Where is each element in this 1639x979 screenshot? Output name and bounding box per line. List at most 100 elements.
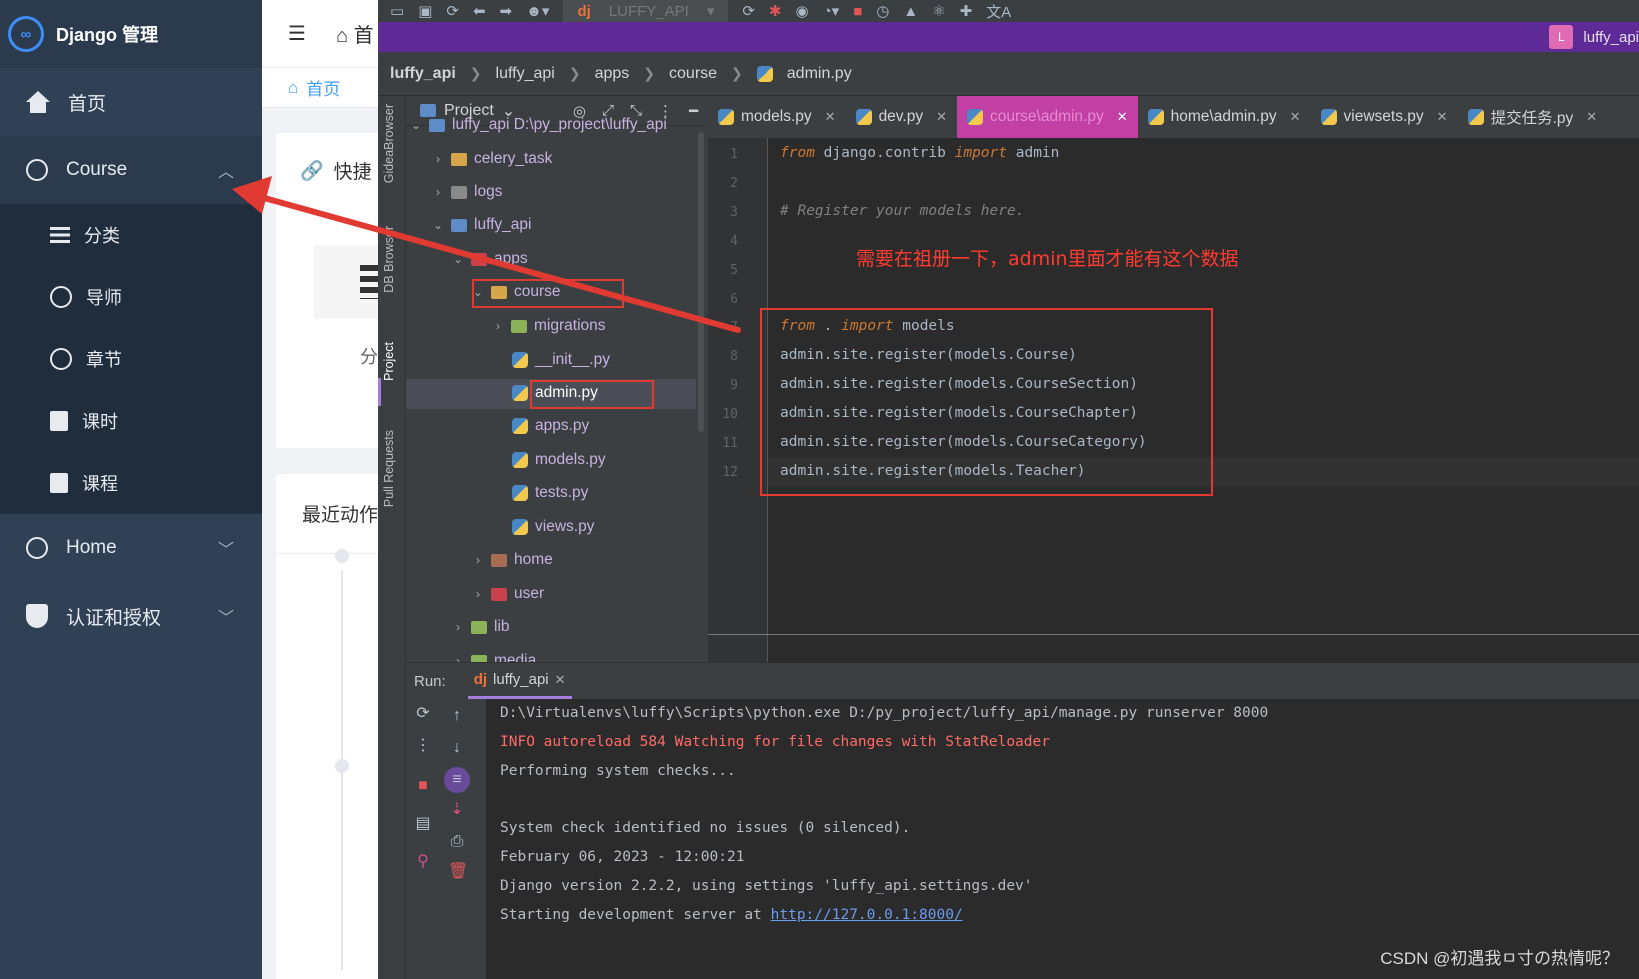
tab-home[interactable]: 首页 (306, 75, 340, 100)
tree-item-root[interactable]: ⌄ luffy_api D:\py_project\luffy_api (410, 110, 667, 140)
tab-home-admin[interactable]: home\admin.py ✕ (1138, 96, 1311, 138)
project-switcher[interactable]: L luffy_api (1549, 25, 1639, 49)
close-icon[interactable]: ✕ (1117, 109, 1128, 125)
tree-item[interactable]: views.py (512, 512, 594, 542)
tab-pull-requests[interactable]: Pull Requests (382, 430, 396, 507)
tree-item[interactable]: ⌄ apps (452, 244, 528, 274)
tab-submit-task[interactable]: 提交任务.py ✕ (1458, 96, 1608, 138)
chart-icon[interactable]: ▲ (903, 3, 918, 20)
tree-item[interactable]: › home (472, 545, 553, 575)
sidebar-item-home[interactable]: 首页 (0, 68, 262, 136)
back-icon[interactable]: ⬅ (473, 2, 486, 20)
tab-course-admin[interactable]: course\admin.py ✕ (957, 96, 1138, 138)
run-config-select[interactable]: dj LUFFY_API ▾ (563, 0, 729, 22)
arrow-up-icon[interactable]: ↑ (448, 707, 466, 725)
breadcrumb-item[interactable]: luffy_api (390, 65, 456, 83)
tab-gidea-browser[interactable]: GideaBrowser (382, 104, 396, 183)
print-icon[interactable]: ⎙ (448, 833, 466, 851)
line-number: 11 (722, 436, 738, 451)
chevron-right-icon: › (476, 553, 480, 567)
breadcrumb-item[interactable]: apps (595, 65, 630, 83)
tree-item[interactable]: › lib (452, 612, 510, 642)
atom-icon[interactable]: ⚛ (932, 2, 945, 20)
close-icon[interactable]: ✕ (555, 672, 566, 688)
tree-item[interactable]: ⌄ luffy_api (432, 210, 531, 240)
user-icon[interactable]: ☻▾ (526, 2, 549, 20)
run-toolbar: ⟳ ↑ ⋮ ↓ ■ ≡ ⇣ ▤ ⎙ ⚲ 🗑 (406, 699, 486, 979)
tree-item[interactable]: › media (452, 646, 536, 662)
pin-icon[interactable]: ⚲ (414, 853, 432, 871)
layout-icon[interactable]: ▤ (414, 815, 432, 833)
rerun-icon[interactable]: ⟳ (414, 705, 432, 723)
save-icon[interactable]: ▣ (418, 2, 432, 20)
chevron-down-icon: ▾ (706, 3, 715, 20)
breadcrumb-item[interactable]: luffy_api (496, 65, 555, 83)
tree-item-label: celery_task (474, 150, 553, 167)
chevron-right-icon: ❯ (469, 65, 482, 81)
close-icon[interactable]: ✕ (1586, 109, 1597, 125)
trash-icon[interactable]: 🗑 (448, 863, 468, 881)
tree-item[interactable]: › logs (432, 177, 502, 207)
stop-icon[interactable]: ■ (414, 777, 432, 795)
close-icon[interactable]: ✕ (825, 109, 836, 125)
sidebar-item-section[interactable]: 课时 (0, 390, 262, 452)
scrollbar[interactable] (698, 132, 704, 432)
hamburger-icon[interactable]: ☰ (288, 21, 306, 46)
rerun-icon[interactable]: ⟳ (742, 2, 755, 20)
coverage-icon[interactable]: ◉ (796, 2, 809, 20)
history-icon[interactable]: ◷ (876, 2, 889, 20)
project-name: luffy_api (1583, 28, 1639, 46)
arrow-down-icon[interactable]: ↓ (448, 739, 466, 757)
close-icon[interactable]: ✕ (1437, 109, 1448, 125)
sidebar-item-home-group[interactable]: Home ﹀ (0, 514, 262, 582)
code-editor[interactable]: 1 2 3 4 5 6 7 8 9 10 11 12 from django.c… (708, 138, 1639, 662)
breadcrumb-home[interactable]: ⌂ 首 (336, 19, 374, 48)
sidebar-item-course-list[interactable]: 课程 (0, 452, 262, 514)
open-icon[interactable]: ▭ (390, 2, 404, 20)
tab-models[interactable]: models.py ✕ (708, 96, 846, 138)
tree-item[interactable]: models.py (512, 445, 606, 475)
quick-card: 🔗 快捷 分 (276, 133, 382, 448)
home-icon: ⌂ (288, 77, 299, 97)
tab-dev[interactable]: dev.py ✕ (846, 96, 957, 138)
tree-item[interactable]: › migrations (492, 311, 606, 341)
more-icon[interactable]: ⋮ (414, 737, 432, 755)
circle-icon (26, 159, 48, 181)
close-icon[interactable]: ✕ (936, 109, 947, 125)
tree-item[interactable]: › celery_task (432, 144, 552, 174)
sidebar-item-category[interactable]: 分类 (0, 204, 262, 266)
python-file-icon (756, 65, 773, 82)
close-icon[interactable]: ✕ (1290, 109, 1301, 125)
soft-wrap-icon[interactable]: ≡ (444, 767, 470, 793)
sidebar-item-teacher[interactable]: 导师 (0, 266, 262, 328)
tree-item[interactable]: __init__.py (512, 345, 610, 375)
tree-item-label: user (514, 585, 545, 602)
scroll-to-end-icon[interactable]: ⇣ (448, 801, 466, 819)
debug-icon[interactable]: ✱ (769, 2, 782, 20)
tree-item[interactable]: tests.py (512, 478, 588, 508)
breadcrumb-item[interactable]: course (669, 65, 717, 83)
quick-tile[interactable] (314, 245, 382, 319)
sidebar-item-course[interactable]: Course ︿ (0, 136, 262, 204)
plugin-icon[interactable]: ✚ (960, 2, 973, 20)
forward-icon[interactable]: ➡ (500, 2, 513, 20)
stop-icon[interactable]: ■ (853, 3, 862, 20)
translate-icon[interactable]: 文A (986, 1, 1011, 22)
tree-item[interactable]: › user (472, 579, 544, 609)
sync-icon[interactable]: ⟳ (446, 2, 459, 20)
tab-db-browser[interactable]: DB Browser (382, 226, 396, 293)
chevron-down-icon: ⌄ (452, 252, 464, 266)
server-link[interactable]: http://127.0.0.1:8000/ (771, 907, 963, 923)
breadcrumb-item[interactable]: admin.py (787, 65, 852, 83)
highlight-box (472, 279, 624, 308)
hide-icon[interactable]: ━ (689, 102, 698, 120)
profile-icon[interactable]: ◔▾ (823, 2, 840, 20)
brand[interactable]: ∞ Django 管理 (0, 0, 262, 68)
grid-icon (360, 265, 378, 299)
run-tab[interactable]: dj luffy_api ✕ (467, 663, 572, 699)
tree-item[interactable]: apps.py (512, 411, 589, 441)
tab-project[interactable]: Project (382, 342, 396, 381)
sidebar-item-chapter[interactable]: 章节 (0, 328, 262, 390)
sidebar-item-auth[interactable]: 认证和授权 ﹀ (0, 582, 262, 650)
tab-viewsets[interactable]: viewsets.py ✕ (1311, 96, 1458, 138)
